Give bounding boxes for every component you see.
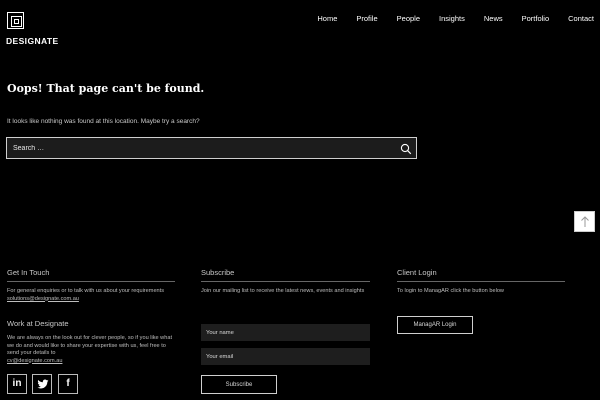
search-icon[interactable] bbox=[400, 142, 412, 155]
nav-home[interactable]: Home bbox=[317, 14, 337, 23]
get-in-touch-text: For general enquiries or to talk with us… bbox=[7, 288, 177, 303]
search-form bbox=[6, 137, 417, 159]
nav-people[interactable]: People bbox=[397, 14, 420, 23]
subscribe-button[interactable]: Subscribe bbox=[201, 375, 277, 394]
scroll-to-top-button[interactable] bbox=[574, 211, 595, 232]
nav-profile[interactable]: Profile bbox=[356, 14, 377, 23]
logo-mark-icon bbox=[7, 12, 24, 29]
work-description: We are always on the look out for clever… bbox=[7, 335, 172, 356]
managar-login-button[interactable]: ManagAR Login bbox=[397, 316, 473, 334]
get-in-touch-heading: Get In Touch bbox=[7, 268, 175, 282]
linkedin-icon: in bbox=[12, 378, 22, 389]
nav-news[interactable]: News bbox=[484, 14, 503, 23]
solutions-email-link[interactable]: solutions@designate.com.au bbox=[7, 296, 79, 302]
nav-portfolio[interactable]: Portfolio bbox=[522, 14, 550, 23]
facebook-icon: f bbox=[66, 378, 70, 389]
cv-email-link[interactable]: cv@designate.com.au bbox=[7, 358, 62, 364]
main-nav: Home Profile People Insights News Portfo… bbox=[298, 14, 594, 23]
arrow-up-icon bbox=[581, 216, 589, 227]
linkedin-button[interactable]: in bbox=[7, 374, 27, 394]
facebook-button[interactable]: f bbox=[58, 374, 78, 394]
twitter-button[interactable] bbox=[32, 374, 52, 394]
subscribe-heading: Subscribe bbox=[201, 268, 370, 282]
logo-text: DESIGNATE bbox=[6, 36, 59, 46]
client-login-text: To login to ManagAR click the button bel… bbox=[397, 288, 504, 294]
not-found-message: It looks like nothing was found at this … bbox=[7, 118, 200, 125]
email-field[interactable] bbox=[201, 348, 370, 365]
subscribe-text: Join our mailing list to receive the lat… bbox=[201, 288, 365, 294]
name-field[interactable] bbox=[201, 324, 370, 341]
get-in-touch-description: For general enquiries or to talk with us… bbox=[7, 288, 165, 294]
page-title: Oops! That page can't be found. bbox=[7, 82, 205, 95]
search-input[interactable] bbox=[7, 138, 397, 158]
twitter-icon bbox=[37, 379, 49, 389]
nav-contact[interactable]: Contact bbox=[568, 14, 594, 23]
client-login-heading: Client Login bbox=[397, 268, 565, 282]
work-text: We are always on the look out for clever… bbox=[7, 335, 177, 365]
work-heading: Work at Designate bbox=[7, 319, 69, 328]
nav-insights[interactable]: Insights bbox=[439, 14, 465, 23]
